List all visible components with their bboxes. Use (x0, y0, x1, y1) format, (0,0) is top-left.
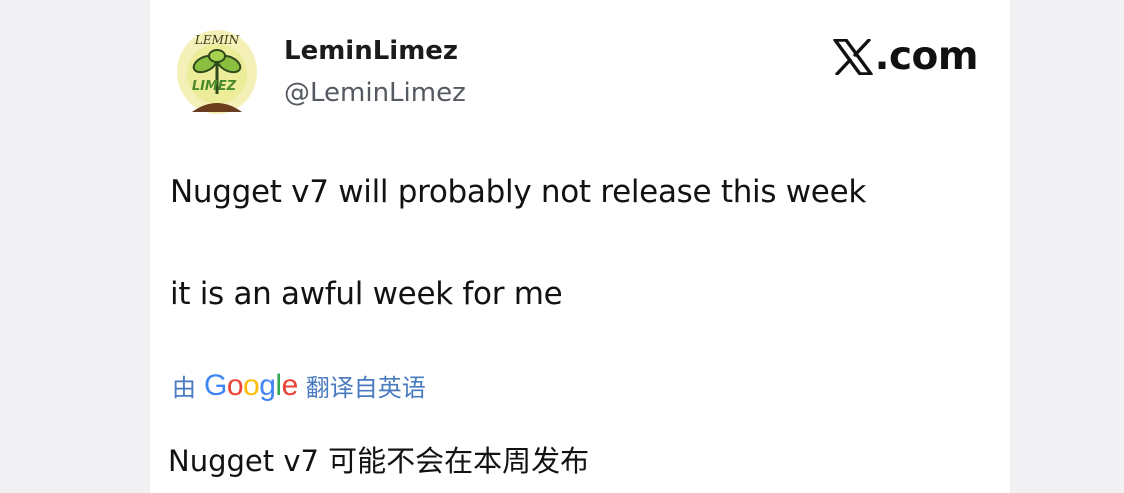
google-logo: Google (204, 369, 298, 403)
user-handle[interactable]: @LeminLimez (284, 78, 466, 108)
x-logo-icon (832, 38, 873, 75)
google-letter: o (226, 368, 244, 402)
tweet-card: LEMIN LIMEZ LeminLimez @LeminLimez .com … (150, 0, 1010, 493)
translated-from-label: 翻译自英语 (305, 374, 426, 402)
google-letter: g (259, 368, 276, 402)
translate-attribution[interactable]: 由 Google 翻译自英语 (172, 368, 426, 403)
translated-tweet-text: Nugget v7 可能不会在本周发布 (168, 444, 590, 478)
tweet-text-line-1: Nugget v7 will probably not release this… (170, 174, 867, 210)
translate-by-label: 由 (172, 374, 196, 402)
x-com-brand-text: .com (874, 34, 979, 79)
google-letter: e (281, 368, 299, 402)
avatar-text-top: LEMIN (194, 33, 240, 47)
avatar[interactable]: LEMIN LIMEZ (174, 24, 260, 118)
google-letter: G (204, 368, 227, 402)
tweet-text-line-2: it is an awful week for me (170, 276, 563, 312)
display-name[interactable]: LeminLimez (284, 36, 458, 66)
google-letter: o (243, 368, 260, 402)
avatar-text-bottom: LIMEZ (192, 79, 237, 94)
x-com-brand: .com (832, 34, 979, 79)
